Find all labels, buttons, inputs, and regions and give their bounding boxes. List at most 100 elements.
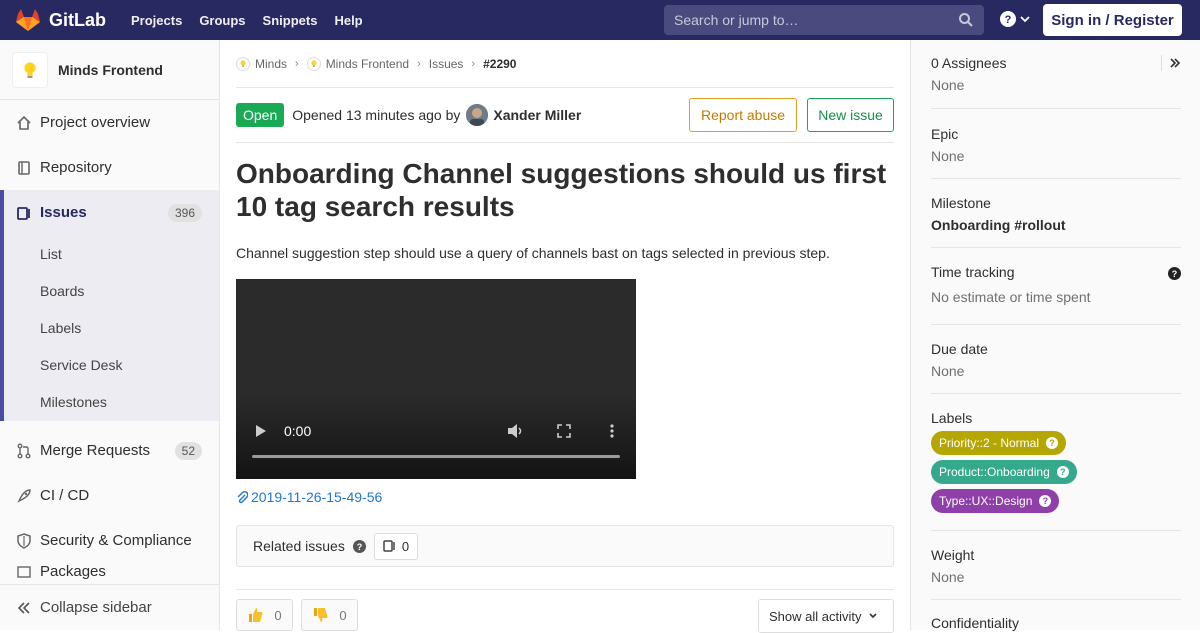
merge-request-icon: [16, 443, 32, 459]
milestone-value[interactable]: Onboarding #rollout: [931, 217, 1181, 233]
video-progress-bar[interactable]: [252, 455, 620, 458]
label-product[interactable]: Product::Onboarding?: [931, 460, 1077, 484]
sidebar-item-repository[interactable]: Repository: [0, 145, 219, 190]
svg-text:?: ?: [1005, 14, 1012, 26]
label-text: Type::UX::Design: [939, 494, 1033, 508]
sign-in-button[interactable]: Sign in / Register: [1043, 4, 1182, 36]
issues-count-badge: 396: [167, 203, 202, 222]
sidebar-item-ci-cd[interactable]: CI / CD: [0, 473, 219, 518]
weight-title: Weight: [931, 547, 975, 563]
thumbs-up-count: 0: [274, 607, 282, 623]
breadcrumb-minds-frontend[interactable]: Minds Frontend: [306, 56, 410, 71]
issue-title: Onboarding Channel suggestions should us…: [236, 158, 887, 222]
due-date-block: Due date None: [931, 325, 1181, 394]
weight-block: Weight None: [931, 531, 1181, 600]
time-tracking-title: Time tracking: [931, 264, 1015, 280]
sidebar-subitem-milestones[interactable]: Milestones: [0, 383, 219, 421]
activity-filter-label: Show all activity: [769, 608, 862, 624]
rocket-icon: [16, 488, 32, 504]
fullscreen-icon[interactable]: [557, 424, 571, 438]
breadcrumb-issue-number[interactable]: #2290: [483, 57, 516, 71]
chevron-down-icon: [1020, 16, 1030, 23]
double-chevron-right-icon: [1170, 58, 1181, 68]
video-player[interactable]: 0:00: [236, 279, 636, 479]
question-circle-icon: ?: [1056, 466, 1069, 478]
search-icon[interactable]: [958, 12, 974, 28]
search-input[interactable]: [674, 12, 954, 28]
volume-icon[interactable]: [507, 423, 525, 439]
sidebar-item-packages[interactable]: Packages: [0, 563, 219, 585]
nav-groups[interactable]: Groups: [199, 13, 245, 28]
activity-filter-dropdown[interactable]: Show all activity: [758, 599, 894, 633]
lightbulb-icon: [306, 56, 321, 71]
sidebar-subitem-labels[interactable]: Labels: [0, 309, 219, 346]
top-navbar: GitLab Projects Groups Snippets Help ? S…: [0, 0, 1200, 40]
sidebar-item-merge-requests[interactable]: Merge Requests 52: [0, 428, 219, 473]
thumbs-up-button[interactable]: 0: [236, 599, 293, 631]
issues-icon: [383, 540, 395, 552]
label-text: Product::Onboarding: [939, 465, 1050, 479]
issue-description: Channel suggestion step should use a que…: [236, 245, 830, 261]
new-issue-button[interactable]: New issue: [807, 98, 894, 132]
milestone-title: Milestone: [931, 195, 991, 211]
top-nav-links: Projects Groups Snippets Help: [131, 13, 380, 28]
breadcrumb-label: Minds Frontend: [325, 56, 410, 71]
breadcrumb-label: Minds: [255, 56, 288, 71]
collapse-sidebar-button[interactable]: Collapse sidebar: [0, 584, 219, 630]
epic-value: None: [931, 148, 965, 164]
report-abuse-button[interactable]: Report abuse: [689, 98, 797, 132]
thumbs-down-button[interactable]: 0: [301, 599, 358, 631]
help-dropdown[interactable]: ?: [1000, 11, 1031, 27]
nav-projects[interactable]: Projects: [131, 13, 182, 28]
confidentiality-block: Confidentiality: [931, 600, 1181, 631]
labels-title: Labels: [931, 410, 973, 426]
breadcrumb-minds[interactable]: Minds: [236, 56, 288, 71]
time-tracking-value: No estimate or time spent: [931, 289, 1091, 305]
nav-snippets[interactable]: Snippets: [263, 13, 318, 28]
sidebar-item-label: Merge Requests: [40, 442, 151, 459]
label-text: Priority::2 - Normal: [939, 436, 1040, 450]
award-emoji-bar: 0 0 Show all activity: [236, 599, 894, 633]
opened-text: Opened 13 minutes ago by: [292, 107, 461, 123]
more-vertical-icon[interactable]: [610, 424, 614, 438]
related-issues-count[interactable]: 0: [373, 532, 419, 560]
sidebar-item-security[interactable]: Security & Compliance: [0, 518, 219, 563]
author-name[interactable]: Xander Miller: [493, 107, 581, 123]
chevron-right-icon: ›: [295, 57, 299, 70]
sidebar-item-label: Repository: [40, 159, 112, 176]
chevron-down-icon: [869, 613, 878, 619]
chevron-right-icon: ›: [471, 57, 476, 70]
time-tracking-block: Time tracking No estimate or time spent …: [931, 248, 1181, 325]
weight-value: None: [931, 569, 965, 585]
question-circle-icon: ?: [1039, 495, 1052, 507]
play-icon[interactable]: [255, 424, 267, 438]
sidebar-item-label: Issues: [40, 204, 87, 221]
brand-name: GitLab: [49, 9, 106, 30]
sidebar-subitem-service-desk[interactable]: Service Desk: [0, 346, 219, 383]
sidebar-item-issues[interactable]: Issues 396: [0, 190, 219, 235]
breadcrumb-issues[interactable]: Issues: [429, 57, 464, 71]
gitlab-tanuki-icon: [16, 9, 40, 31]
avatar[interactable]: [466, 104, 489, 126]
assignees-block: 0 Assignees None: [931, 40, 1181, 109]
nav-help[interactable]: Help: [334, 13, 362, 28]
gitlab-logo[interactable]: GitLab: [15, 0, 106, 40]
label-type[interactable]: Type::UX::Design?: [931, 489, 1060, 513]
question-circle-icon: ?: [1046, 437, 1059, 449]
divider: [236, 589, 894, 590]
sidebar-item-project-overview[interactable]: Project overview: [0, 100, 219, 145]
paperclip-icon: [237, 490, 248, 504]
confidentiality-title: Confidentiality: [931, 615, 1019, 631]
collapse-right-sidebar-button[interactable]: [1161, 55, 1181, 71]
search-box: [664, 5, 984, 35]
label-priority[interactable]: Priority::2 - Normal?: [931, 431, 1067, 455]
shield-icon: [16, 532, 32, 549]
sidebar-subitem-boards[interactable]: Boards: [0, 272, 219, 309]
lightbulb-icon: [236, 56, 250, 71]
attachment-link[interactable]: 2019-11-26-15-49-56: [236, 489, 894, 505]
sidebar-subitem-list[interactable]: List: [0, 235, 219, 272]
question-circle-icon[interactable]: ?: [1168, 267, 1181, 280]
question-circle-icon[interactable]: ?: [352, 539, 366, 553]
issue-main-content: Minds › Minds Frontend › Issues › #2290 …: [236, 40, 894, 633]
project-header[interactable]: Minds Frontend: [0, 40, 219, 100]
